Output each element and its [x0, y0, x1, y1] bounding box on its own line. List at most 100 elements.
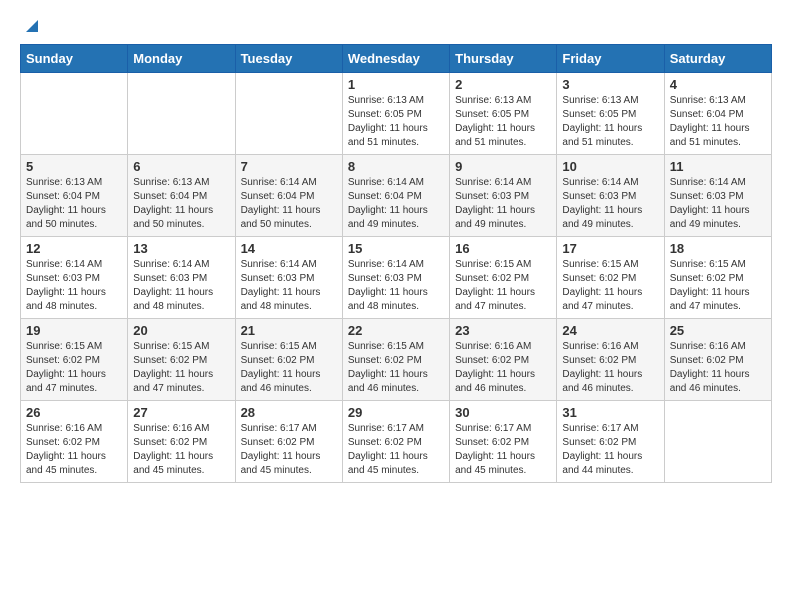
calendar-cell: 10 Sunrise: 6:14 AM Sunset: 6:03 PM Dayli… [557, 155, 664, 237]
calendar-cell: 15 Sunrise: 6:14 AM Sunset: 6:03 PM Dayli… [342, 237, 449, 319]
day-number: 25 [670, 323, 766, 338]
day-info: Sunrise: 6:13 AM Sunset: 6:04 PM Dayligh… [133, 176, 229, 232]
day-number: 6 [133, 159, 229, 174]
day-number: 8 [348, 159, 444, 174]
logo [20, 20, 38, 34]
calendar-cell: 24Sunrise: 6:16 AM Sunset: 6:02 PM Dayli… [557, 319, 664, 401]
weekday-header-sunday: Sunday [21, 45, 128, 73]
day-number: 11 [670, 159, 766, 174]
logo-arrow-icon [22, 18, 38, 34]
day-info: Sunrise: 6:14 AM Sunset: 6:03 PM Dayligh… [26, 258, 122, 314]
calendar-table: SundayMondayTuesdayWednesdayThursdayFrid… [20, 44, 772, 483]
day-number: 21 [241, 323, 337, 338]
day-number: 31 [562, 405, 658, 420]
calendar-cell: 2 Sunrise: 6:13 AM Sunset: 6:05 PM Daylig… [450, 73, 557, 155]
calendar-cell: 27 Sunrise: 6:16 AM Sunset: 6:02 PM Dayli… [128, 401, 235, 483]
calendar-cell: 14 Sunrise: 6:14 AM Sunset: 6:03 PM Dayli… [235, 237, 342, 319]
day-number: 26 [26, 405, 122, 420]
calendar-cell: 7 Sunrise: 6:14 AM Sunset: 6:04 PM Daylig… [235, 155, 342, 237]
day-number: 20 [133, 323, 229, 338]
day-info: Sunrise: 6:16 AM Sunset: 6:02 PM Dayligh… [26, 422, 122, 478]
day-number: 17 [562, 241, 658, 256]
day-number: 18 [670, 241, 766, 256]
day-number: 30 [455, 405, 551, 420]
day-info: Sunrise: 6:13 AM Sunset: 6:04 PM Dayligh… [26, 176, 122, 232]
day-info: Sunrise: 6:14 AM Sunset: 6:03 PM Dayligh… [133, 258, 229, 314]
calendar-cell: 23 Sunrise: 6:16 AM Sunset: 6:02 PM Dayli… [450, 319, 557, 401]
weekday-header-thursday: Thursday [450, 45, 557, 73]
calendar-week-4: 19 Sunrise: 6:15 AM Sunset: 6:02 PM Dayli… [21, 319, 772, 401]
calendar-header-row: SundayMondayTuesdayWednesdayThursdayFrid… [21, 45, 772, 73]
calendar-cell: 1Sunrise: 6:13 AM Sunset: 6:05 PM Daylig… [342, 73, 449, 155]
day-info: Sunrise: 6:14 AM Sunset: 6:04 PM Dayligh… [241, 176, 337, 232]
day-number: 28 [241, 405, 337, 420]
calendar-cell: 11 Sunrise: 6:14 AM Sunset: 6:03 PM Dayli… [664, 155, 771, 237]
day-number: 2 [455, 77, 551, 92]
day-info: Sunrise: 6:15 AM Sunset: 6:02 PM Dayligh… [455, 258, 551, 314]
day-number: 7 [241, 159, 337, 174]
day-number: 10 [562, 159, 658, 174]
day-number: 14 [241, 241, 337, 256]
day-info: Sunrise: 6:15 AM Sunset: 6:02 PM Dayligh… [348, 340, 444, 396]
calendar-cell: 26 Sunrise: 6:16 AM Sunset: 6:02 PM Dayli… [21, 401, 128, 483]
day-number: 5 [26, 159, 122, 174]
weekday-header-tuesday: Tuesday [235, 45, 342, 73]
day-info: Sunrise: 6:14 AM Sunset: 6:03 PM Dayligh… [241, 258, 337, 314]
day-info: Sunrise: 6:15 AM Sunset: 6:02 PM Dayligh… [241, 340, 337, 396]
calendar-cell: 30 Sunrise: 6:17 AM Sunset: 6:02 PM Dayli… [450, 401, 557, 483]
day-info: Sunrise: 6:14 AM Sunset: 6:03 PM Dayligh… [455, 176, 551, 232]
day-number: 13 [133, 241, 229, 256]
day-info: Sunrise: 6:17 AM Sunset: 6:02 PM Dayligh… [348, 422, 444, 478]
day-number: 27 [133, 405, 229, 420]
calendar-cell: 3Sunrise: 6:13 AM Sunset: 6:05 PM Daylig… [557, 73, 664, 155]
calendar-cell: 21 Sunrise: 6:15 AM Sunset: 6:02 PM Dayli… [235, 319, 342, 401]
weekday-header-friday: Friday [557, 45, 664, 73]
calendar-week-3: 12 Sunrise: 6:14 AM Sunset: 6:03 PM Dayli… [21, 237, 772, 319]
day-info: Sunrise: 6:15 AM Sunset: 6:02 PM Dayligh… [26, 340, 122, 396]
day-number: 24 [562, 323, 658, 338]
day-info: Sunrise: 6:16 AM Sunset: 6:02 PM Dayligh… [670, 340, 766, 396]
calendar-cell: 4 Sunrise: 6:13 AM Sunset: 6:04 PM Daylig… [664, 73, 771, 155]
calendar-cell: 16 Sunrise: 6:15 AM Sunset: 6:02 PM Dayli… [450, 237, 557, 319]
calendar-week-2: 5 Sunrise: 6:13 AM Sunset: 6:04 PM Daylig… [21, 155, 772, 237]
day-info: Sunrise: 6:14 AM Sunset: 6:03 PM Dayligh… [348, 258, 444, 314]
calendar-cell [21, 73, 128, 155]
calendar-cell: 17Sunrise: 6:15 AM Sunset: 6:02 PM Dayli… [557, 237, 664, 319]
page-header [20, 20, 772, 34]
calendar-cell: 12 Sunrise: 6:14 AM Sunset: 6:03 PM Dayli… [21, 237, 128, 319]
day-number: 16 [455, 241, 551, 256]
day-number: 4 [670, 77, 766, 92]
day-info: Sunrise: 6:13 AM Sunset: 6:05 PM Dayligh… [348, 94, 444, 150]
calendar-cell: 22 Sunrise: 6:15 AM Sunset: 6:02 PM Dayli… [342, 319, 449, 401]
day-info: Sunrise: 6:15 AM Sunset: 6:02 PM Dayligh… [670, 258, 766, 314]
calendar-cell: 18 Sunrise: 6:15 AM Sunset: 6:02 PM Dayli… [664, 237, 771, 319]
day-info: Sunrise: 6:13 AM Sunset: 6:04 PM Dayligh… [670, 94, 766, 150]
day-number: 15 [348, 241, 444, 256]
calendar-cell: 6 Sunrise: 6:13 AM Sunset: 6:04 PM Daylig… [128, 155, 235, 237]
calendar-cell [235, 73, 342, 155]
day-info: Sunrise: 6:13 AM Sunset: 6:05 PM Dayligh… [562, 94, 658, 150]
day-number: 23 [455, 323, 551, 338]
day-number: 12 [26, 241, 122, 256]
day-info: Sunrise: 6:16 AM Sunset: 6:02 PM Dayligh… [455, 340, 551, 396]
day-info: Sunrise: 6:14 AM Sunset: 6:03 PM Dayligh… [562, 176, 658, 232]
day-info: Sunrise: 6:17 AM Sunset: 6:02 PM Dayligh… [241, 422, 337, 478]
day-number: 22 [348, 323, 444, 338]
weekday-header-wednesday: Wednesday [342, 45, 449, 73]
day-number: 29 [348, 405, 444, 420]
calendar-cell: 31Sunrise: 6:17 AM Sunset: 6:02 PM Dayli… [557, 401, 664, 483]
day-info: Sunrise: 6:17 AM Sunset: 6:02 PM Dayligh… [455, 422, 551, 478]
calendar-cell: 20 Sunrise: 6:15 AM Sunset: 6:02 PM Dayli… [128, 319, 235, 401]
calendar-cell: 13 Sunrise: 6:14 AM Sunset: 6:03 PM Dayli… [128, 237, 235, 319]
calendar-week-1: 1Sunrise: 6:13 AM Sunset: 6:05 PM Daylig… [21, 73, 772, 155]
day-number: 9 [455, 159, 551, 174]
calendar-cell: 25 Sunrise: 6:16 AM Sunset: 6:02 PM Dayli… [664, 319, 771, 401]
weekday-header-saturday: Saturday [664, 45, 771, 73]
day-info: Sunrise: 6:14 AM Sunset: 6:03 PM Dayligh… [670, 176, 766, 232]
weekday-header-monday: Monday [128, 45, 235, 73]
day-number: 19 [26, 323, 122, 338]
calendar-cell: 29 Sunrise: 6:17 AM Sunset: 6:02 PM Dayli… [342, 401, 449, 483]
day-info: Sunrise: 6:16 AM Sunset: 6:02 PM Dayligh… [133, 422, 229, 478]
day-info: Sunrise: 6:13 AM Sunset: 6:05 PM Dayligh… [455, 94, 551, 150]
day-info: Sunrise: 6:15 AM Sunset: 6:02 PM Dayligh… [133, 340, 229, 396]
